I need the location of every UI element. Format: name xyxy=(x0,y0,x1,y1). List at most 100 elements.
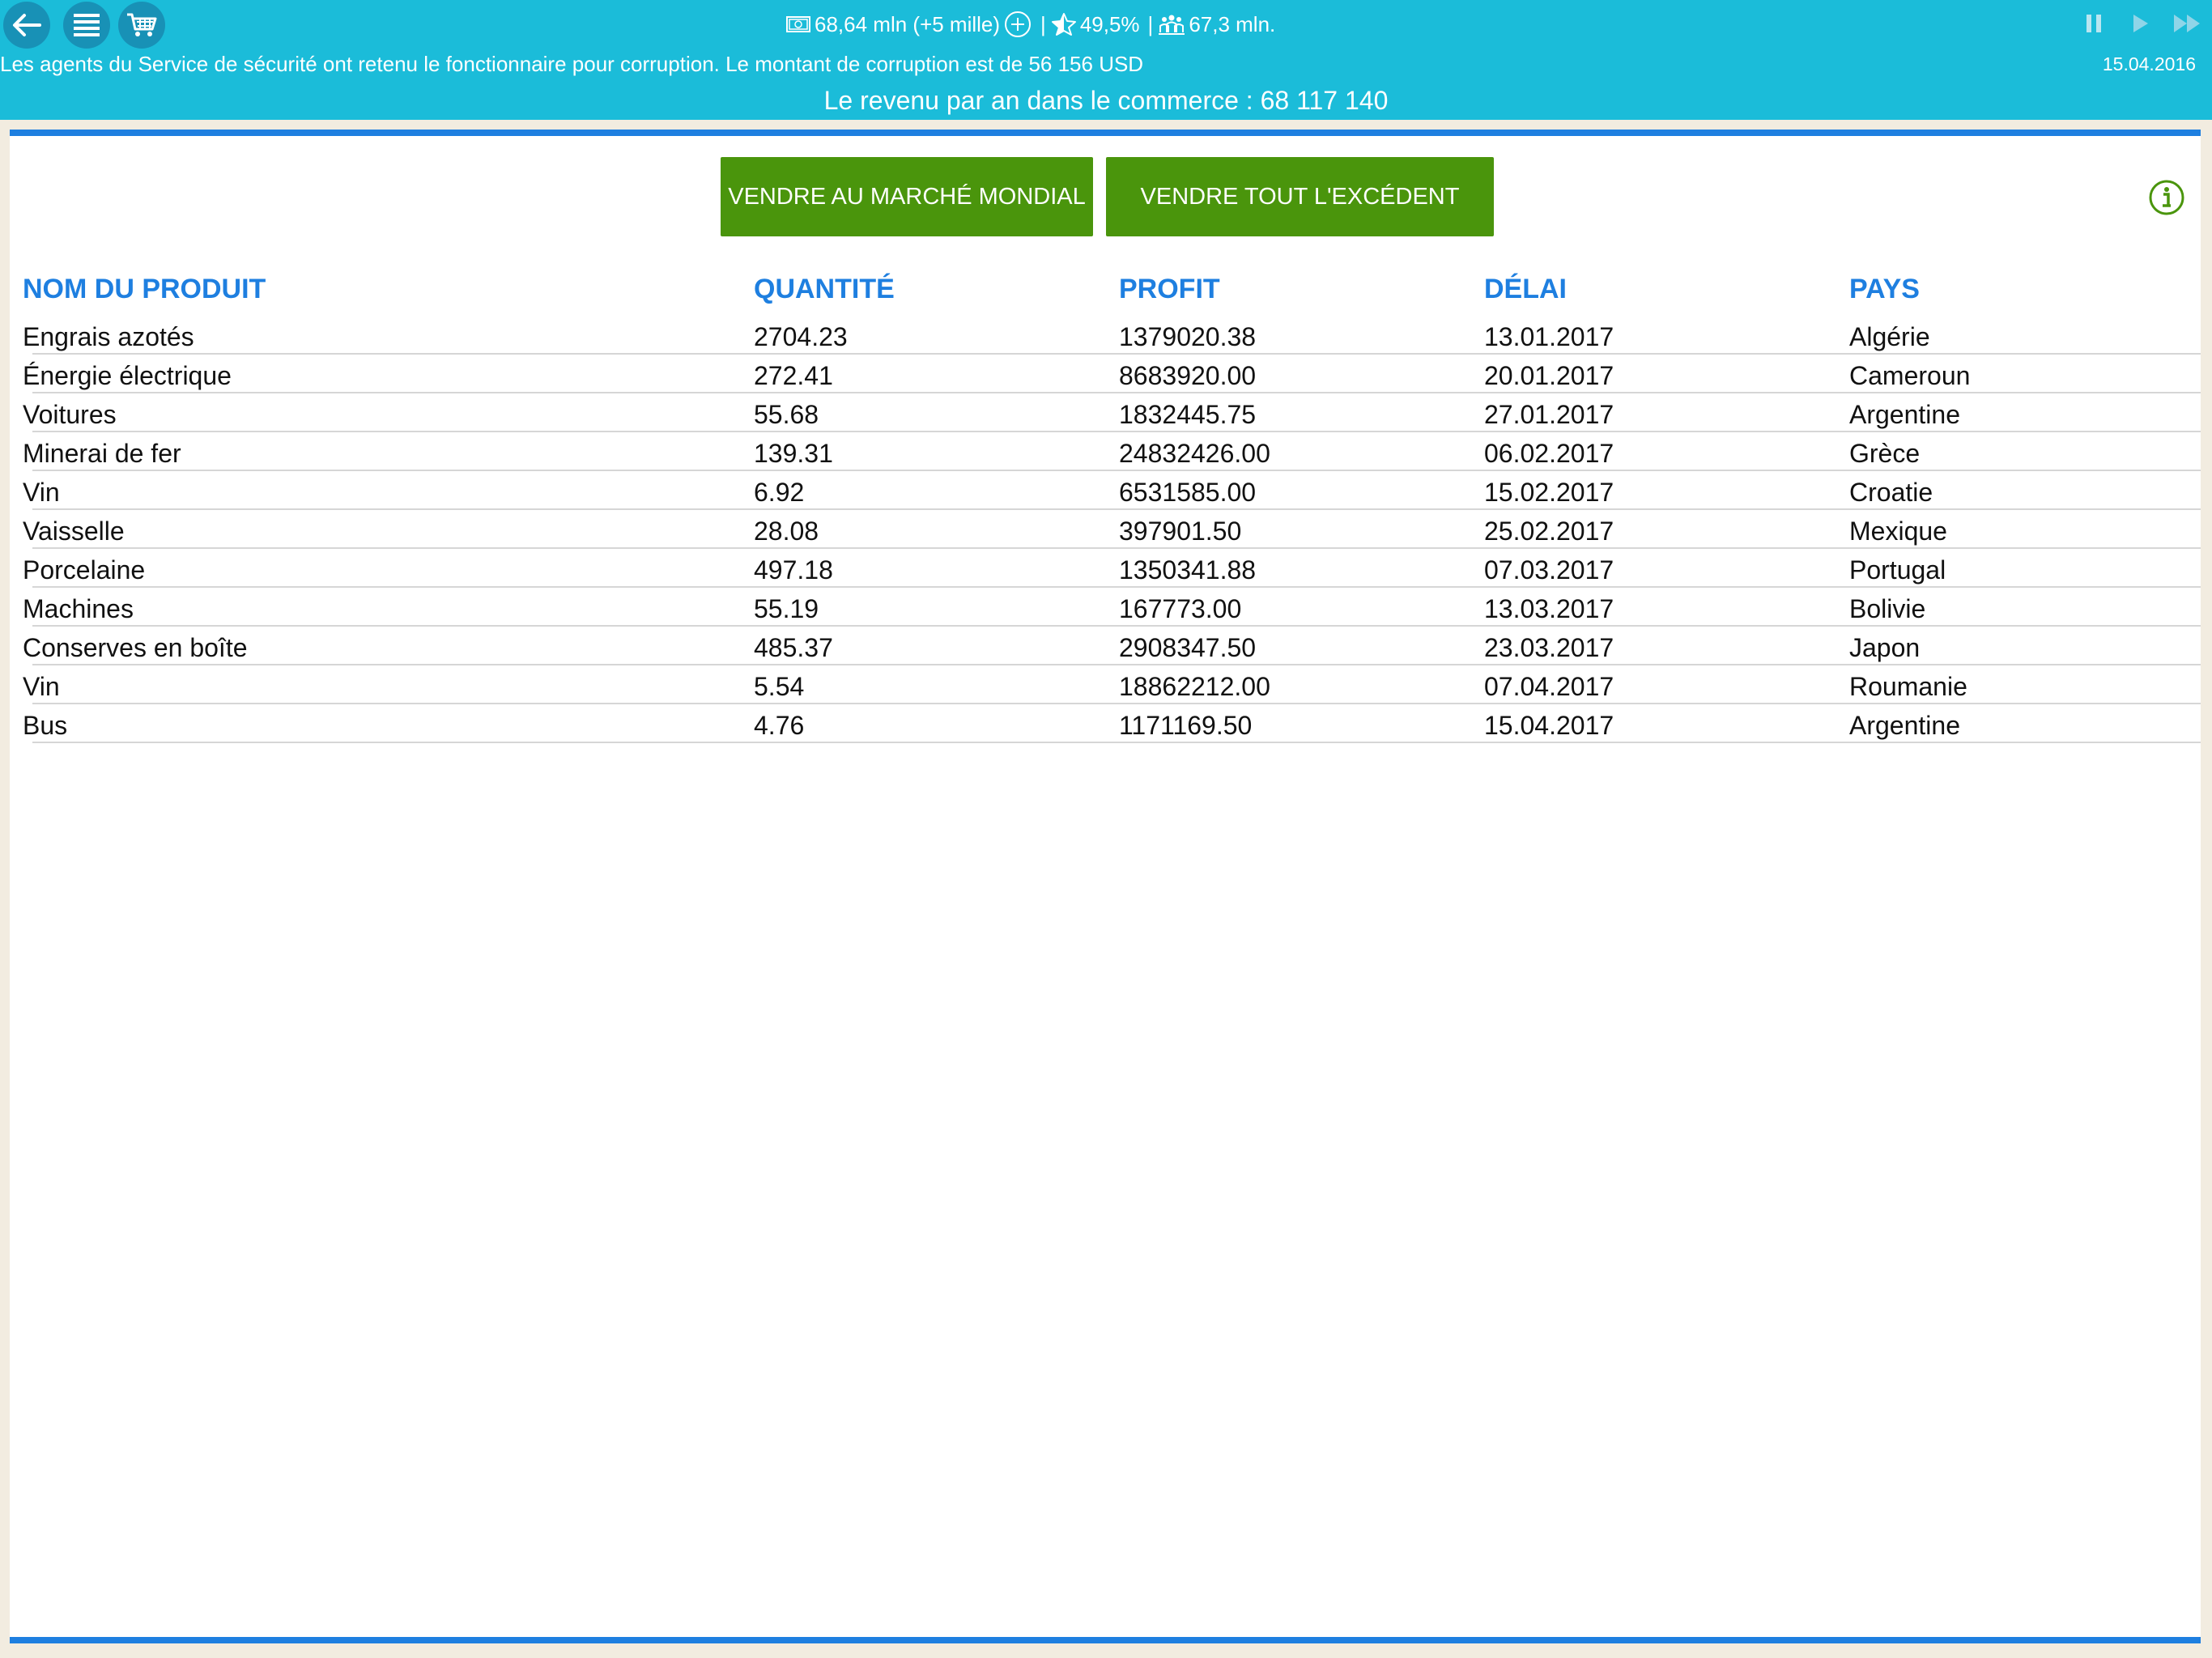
quantity-cell: 139.31 xyxy=(754,439,833,468)
play-button[interactable] xyxy=(2128,11,2152,40)
add-money-icon[interactable] xyxy=(1003,10,1032,39)
header-country[interactable]: PAYS xyxy=(1849,274,1920,305)
menu-button[interactable] xyxy=(63,2,110,49)
deadline-cell: 13.01.2017 xyxy=(1484,322,1614,351)
quantity-cell: 28.08 xyxy=(754,517,819,546)
quantity-cell: 497.18 xyxy=(754,555,833,585)
country-cell: Croatie xyxy=(1849,478,1933,507)
table-row[interactable]: Énergie électrique 272.41 8683920.00 20.… xyxy=(10,355,2201,393)
country-cell: Japon xyxy=(1849,633,1921,662)
profit-cell: 1832445.75 xyxy=(1119,400,1257,429)
product-name-cell: Machines xyxy=(23,594,134,623)
pause-button[interactable] xyxy=(2082,11,2105,40)
country-cell: Cameroun xyxy=(1849,361,1971,390)
product-name-cell: Conserves en boîte xyxy=(23,633,248,662)
country-cell: Roumanie xyxy=(1849,672,1967,701)
table-row[interactable]: Porcelaine 497.18 1350341.88 07.03.2017 … xyxy=(10,549,2201,588)
profit-cell: 8683920.00 xyxy=(1119,361,1257,390)
table-header: NOM DU PRODUIT QUANTITÉ PROFIT DÉLAI PAY… xyxy=(10,264,2201,312)
deadline-cell: 27.01.2017 xyxy=(1484,400,1614,429)
header-product-name[interactable]: NOM DU PRODUIT xyxy=(23,274,266,305)
deadline-cell: 15.04.2017 xyxy=(1484,711,1614,740)
deadline-cell: 25.02.2017 xyxy=(1484,517,1614,546)
table-row[interactable]: Voitures 55.68 1832445.75 27.01.2017 Arg… xyxy=(10,393,2201,432)
quantity-cell: 55.68 xyxy=(754,400,819,429)
country-cell: Algérie xyxy=(1849,322,1930,351)
row-divider xyxy=(32,742,2201,743)
table-row[interactable]: Bus 4.76 1171169.50 15.04.2017 Argentine xyxy=(10,704,2201,743)
info-button[interactable] xyxy=(2147,178,2186,221)
product-name-cell: Voitures xyxy=(23,400,117,429)
money-icon xyxy=(786,16,810,32)
product-name-cell: Énergie électrique xyxy=(23,361,232,390)
menu-icon xyxy=(74,14,100,36)
table-row[interactable]: Vin 5.54 18862212.00 07.04.2017 Roumanie xyxy=(10,665,2201,704)
population-icon xyxy=(1159,15,1185,35)
stat-separator: | xyxy=(1147,11,1154,36)
header-deadline[interactable]: DÉLAI xyxy=(1484,274,1567,305)
table-row[interactable]: Engrais azotés 2704.23 1379020.38 13.01.… xyxy=(10,316,2201,355)
country-cell: Argentine xyxy=(1849,711,1960,740)
rating-value: 49,5% xyxy=(1079,11,1140,36)
fast-forward-button[interactable] xyxy=(2172,11,2204,40)
profit-cell: 1171169.50 xyxy=(1119,711,1253,740)
table-row[interactable]: Vin 6.92 6531585.00 15.02.2017 Croatie xyxy=(10,471,2201,510)
quantity-cell: 485.37 xyxy=(754,633,833,662)
quantity-cell: 2704.23 xyxy=(754,322,848,351)
stat-separator: | xyxy=(1040,11,1046,36)
profit-cell: 24832426.00 xyxy=(1119,439,1270,468)
product-name-cell: Porcelaine xyxy=(23,555,146,585)
money-value: 68,64 mln (+5 mille) xyxy=(815,11,1001,36)
trade-panel: VENDRE AU MARCHÉ MONDIAL VENDRE TOUT L'E… xyxy=(10,130,2201,1643)
deadline-cell: 20.01.2017 xyxy=(1484,361,1614,390)
country-cell: Grèce xyxy=(1849,439,1921,468)
back-button[interactable] xyxy=(3,2,50,49)
trade-revenue: Le revenu par an dans le commerce : 68 1… xyxy=(823,86,1389,115)
product-name-cell: Engrais azotés xyxy=(23,322,194,351)
table-row[interactable]: Conserves en boîte 485.37 2908347.50 23.… xyxy=(10,627,2201,665)
quantity-cell: 6.92 xyxy=(754,478,805,507)
deadline-cell: 07.04.2017 xyxy=(1484,672,1614,701)
back-arrow-icon xyxy=(13,14,41,36)
country-cell: Bolivie xyxy=(1849,594,1926,623)
deadline-cell: 23.03.2017 xyxy=(1484,633,1614,662)
deadline-cell: 06.02.2017 xyxy=(1484,439,1614,468)
table-row[interactable]: Machines 55.19 167773.00 13.03.2017 Boli… xyxy=(10,588,2201,627)
population-value: 67,3 mln. xyxy=(1189,11,1276,36)
product-name-cell: Vin xyxy=(23,478,60,507)
deadline-cell: 13.03.2017 xyxy=(1484,594,1614,623)
info-icon xyxy=(2149,180,2184,215)
game-date: 15.04.2016 xyxy=(2102,53,2196,74)
table-row[interactable]: Vaisselle 28.08 397901.50 25.02.2017 Mex… xyxy=(10,510,2201,549)
sell-world-market-button[interactable]: VENDRE AU MARCHÉ MONDIAL xyxy=(721,157,1093,236)
table-row[interactable]: Minerai de fer 139.31 24832426.00 06.02.… xyxy=(10,432,2201,471)
product-name-cell: Vaisselle xyxy=(23,517,125,546)
top-bar: 68,64 mln (+5 mille) | 49,5% | 67,3 mln. xyxy=(0,0,2212,120)
profit-cell: 1379020.38 xyxy=(1119,322,1257,351)
sell-all-surplus-button[interactable]: VENDRE TOUT L'EXCÉDENT xyxy=(1106,157,1494,236)
country-cell: Argentine xyxy=(1849,400,1960,429)
shop-button[interactable] xyxy=(118,2,165,49)
pause-icon xyxy=(2087,15,2101,32)
country-cell: Portugal xyxy=(1849,555,1946,585)
product-name-cell: Minerai de fer xyxy=(23,439,181,468)
profit-cell: 1350341.88 xyxy=(1119,555,1257,585)
quantity-cell: 5.54 xyxy=(754,672,805,701)
country-cell: Mexique xyxy=(1849,517,1947,546)
rating-star-icon xyxy=(1051,13,1076,36)
profit-cell: 397901.50 xyxy=(1119,517,1242,546)
product-name-cell: Bus xyxy=(23,711,68,740)
header-quantity[interactable]: QUANTITÉ xyxy=(754,274,895,305)
cart-icon xyxy=(127,13,157,36)
news-ticker: Les agents du Service de sécurité ont re… xyxy=(0,52,1144,76)
header-profit[interactable]: PROFIT xyxy=(1119,274,1220,305)
product-name-cell: Vin xyxy=(23,672,60,701)
quantity-cell: 272.41 xyxy=(754,361,833,390)
play-icon xyxy=(2133,15,2148,32)
deadline-cell: 07.03.2017 xyxy=(1484,555,1614,585)
fast-forward-icon xyxy=(2174,15,2200,32)
profit-cell: 167773.00 xyxy=(1119,594,1242,623)
quantity-cell: 55.19 xyxy=(754,594,819,623)
profit-cell: 6531585.00 xyxy=(1119,478,1257,507)
status-stats: 68,64 mln (+5 mille) | 49,5% | 67,3 mln. xyxy=(785,8,1278,40)
